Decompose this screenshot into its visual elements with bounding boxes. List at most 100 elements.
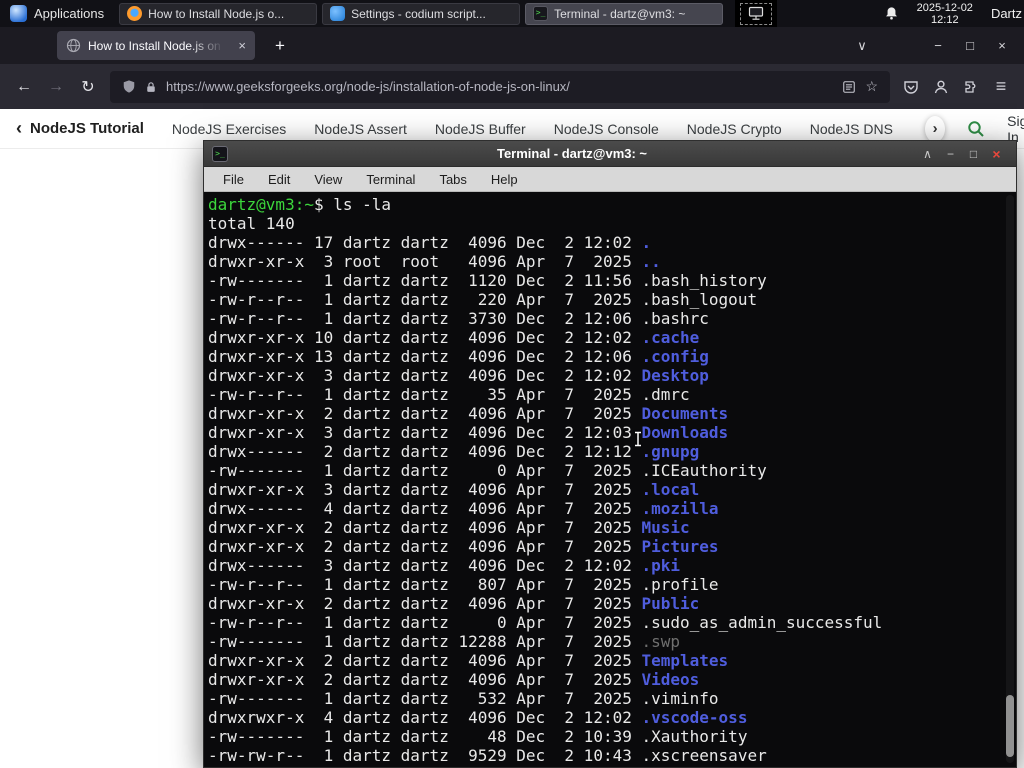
clock-time: 12:12 [931,13,959,26]
applications-menu[interactable]: Applications [0,0,114,27]
terminal-line: drwxr-xr-x 2 dartz dartz 4096 Apr 7 2025… [208,404,729,423]
user-label: Dartz [990,6,1022,21]
terminal-shade-button[interactable]: ∧ [916,147,939,161]
account-icon[interactable] [926,72,956,102]
directory-name: Documents [641,404,729,423]
site-nav-link[interactable]: NodeJS Crypto [687,121,782,137]
terminal-maximize-button[interactable]: □ [962,147,985,161]
terminal-line: drwxr-xr-x 2 dartz dartz 4096 Apr 7 2025… [208,537,719,556]
terminal-minimize-button[interactable]: − [939,147,962,161]
browser-toolbar: ← → ↻ https://www.geeksforgeeks.org/node… [0,64,1024,109]
codium-icon [330,6,346,21]
directory-name: .gnupg [641,442,700,461]
terminal-app-icon: >_ [212,145,228,162]
terminal-titlebar[interactable]: >_ Terminal - dartz@vm3: ~ ∧ − □ × [204,141,1016,167]
window-close-button[interactable]: × [986,38,1018,53]
file-name: .profile [641,575,719,594]
firefox-icon [127,6,143,21]
applications-menu-label: Applications [34,6,105,21]
taskbar-window-firefox[interactable]: How to Install Node.js o... [119,2,318,25]
file-name: .bashrc [641,309,709,328]
site-nav-tutorial[interactable]: NodeJS Tutorial [30,120,144,137]
menu-tabs[interactable]: Tabs [439,172,466,187]
directory-name: .mozilla [641,499,719,518]
terminal-line: drwx------ 2 dartz dartz 4096 Dec 2 12:1… [208,442,700,461]
tray-display-icon[interactable] [740,2,773,25]
directory-name: Desktop [641,366,709,385]
url-bar[interactable]: https://www.geeksforgeeks.org/node-js/in… [110,70,890,103]
menu-help[interactable]: Help [491,172,518,187]
terminal-close-button[interactable]: × [985,146,1008,162]
prompt-command: ls -la [333,195,392,214]
menu-view[interactable]: View [314,172,342,187]
extensions-icon[interactable] [956,72,986,102]
browser-tab[interactable]: How to Install Node.js on Linux × [57,31,255,60]
site-nav-link[interactable]: NodeJS Console [554,121,659,137]
menu-file[interactable]: File [223,172,244,187]
taskbar-window-title: How to Install Node.js o... [148,6,285,21]
terminal-line: -rw------- 1 dartz dartz 532 Apr 7 2025 … [208,689,719,708]
site-nav-next-icon[interactable]: › [924,115,946,142]
terminal-line: total 140 [208,214,295,233]
file-name: .xscreensaver [641,746,767,765]
file-name: .swp [641,632,681,651]
site-nav-prev-icon[interactable]: ‹ [16,118,22,139]
reader-mode-icon[interactable] [842,80,856,94]
tab-close-icon[interactable]: × [238,38,246,53]
forward-button[interactable]: → [40,71,72,103]
reload-button[interactable]: ↻ [72,71,104,103]
terminal-line: -rw-rw-r-- 1 dartz dartz 9529 Dec 2 10:4… [208,746,767,765]
window-restore-button[interactable]: □ [954,38,986,53]
pocket-icon[interactable] [896,72,926,102]
applications-menu-icon [10,5,27,22]
menu-icon[interactable]: ≡ [986,72,1016,102]
file-name: .viminfo [641,689,719,708]
new-tab-button[interactable]: + [267,36,293,56]
terminal-scrollbar-thumb[interactable] [1006,695,1014,757]
back-button[interactable]: ← [8,71,40,103]
file-name: .bash_history [641,271,767,290]
system-tray [735,0,778,27]
file-name: .sudo_as_admin_successful [641,613,883,632]
tracking-shield-icon[interactable] [122,79,136,94]
clock-date: 2025-12-02 [916,1,973,14]
site-nav-link[interactable]: NodeJS Assert [314,121,407,137]
window-minimize-button[interactable]: − [922,38,954,53]
file-name: .dmrc [641,385,690,404]
clock[interactable]: 2025-12-02 12:12 [917,2,973,26]
file-name: .ICEauthority [641,461,767,480]
terminal-line: -rw-r--r-- 1 dartz dartz 0 Apr 7 2025 .s… [208,613,883,632]
terminal-line: drwxr-xr-x 3 dartz dartz 4096 Apr 7 2025… [208,480,700,499]
terminal-line: -rw------- 1 dartz dartz 12288 Apr 7 202… [208,632,681,651]
file-name: .bash_logout [641,290,758,309]
terminal-scrollbar[interactable] [1006,195,1014,763]
browser-tab-bar: How to Install Node.js on Linux × + ∨ − … [0,27,1024,64]
menu-edit[interactable]: Edit [268,172,290,187]
directory-name: Templates [641,651,729,670]
prompt-symbol: $ [313,195,334,214]
terminal-line: drwxr-xr-x 2 dartz dartz 4096 Apr 7 2025… [208,651,729,670]
list-all-tabs-icon[interactable]: ∨ [846,38,878,54]
menu-terminal[interactable]: Terminal [366,172,415,187]
terminal-line: drwxr-xr-x 2 dartz dartz 4096 Apr 7 2025… [208,670,700,689]
terminal-line: -rw------- 1 dartz dartz 1120 Dec 2 11:5… [208,271,767,290]
terminal-line: drwxr-xr-x 3 dartz dartz 4096 Dec 2 12:0… [208,423,729,442]
terminal-line: drwx------ 3 dartz dartz 4096 Dec 2 12:0… [208,556,681,575]
prompt-user-host: dartz@vm3:~ [208,195,314,214]
window-controls: ∨ − □ × [846,38,1024,54]
mouse-cursor [633,431,643,452]
bookmark-star-icon[interactable]: ☆ [865,78,878,95]
lock-icon[interactable] [145,80,157,94]
site-search-icon[interactable] [967,120,985,138]
site-nav-link[interactable]: NodeJS Buffer [435,121,526,137]
directory-name: Videos [641,670,700,689]
terminal-line: drwxr-xr-x 13 dartz dartz 4096 Dec 2 12:… [208,347,709,366]
terminal-screen[interactable]: dartz@vm3:~$ ls -la total 140 drwx------ … [204,192,1016,767]
site-nav-link[interactable]: NodeJS Exercises [172,121,286,137]
taskbar-window-codium[interactable]: Settings - codium script... [322,2,521,25]
directory-name: .cache [641,328,700,347]
site-nav-link[interactable]: NodeJS DNS [810,121,893,137]
url-text: https://www.geeksforgeeks.org/node-js/in… [166,79,570,94]
taskbar-window-terminal[interactable]: >_ Terminal - dartz@vm3: ~ [525,2,724,25]
notification-bell-icon[interactable] [884,6,899,21]
